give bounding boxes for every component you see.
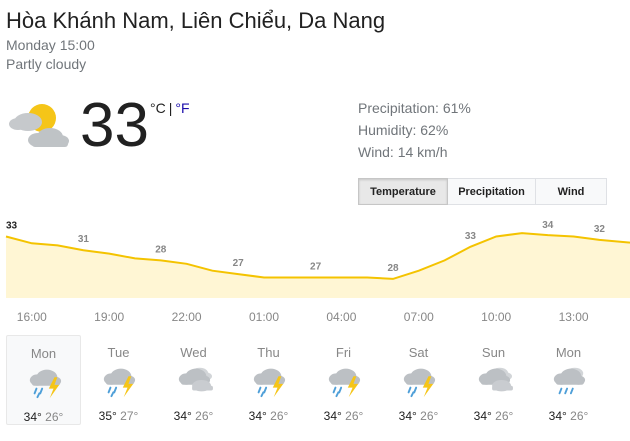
forecast-high: 34° <box>473 409 492 423</box>
forecast-low: 26° <box>420 409 439 423</box>
wind-value: 14 km/h <box>397 144 448 160</box>
humidity-label: Humidity: <box>358 122 417 138</box>
precipitation-label: Precipitation: <box>358 100 439 116</box>
temperature-chart: 33 31 28 27 27 28 33 34 32 16:00 19:00 22:00 01:00 04… <box>5 220 630 324</box>
x-tick-label: 10:00 <box>481 310 511 324</box>
forecast-day[interactable]: Sat 34° 26° <box>381 335 456 425</box>
forecast-day[interactable]: Mon 34° 26° <box>6 335 81 425</box>
forecast-temps: 34° 26° <box>531 409 606 423</box>
x-tick-label: 13:00 <box>559 310 589 324</box>
humidity-value: 62% <box>420 122 449 138</box>
forecast-high: 34° <box>548 409 567 423</box>
unit-separator: | <box>168 100 173 116</box>
x-tick-label: 07:00 <box>404 310 434 324</box>
forecast-day-name: Mon <box>555 345 582 360</box>
cloudy-icon <box>478 367 513 392</box>
x-tick-label: 04:00 <box>326 310 356 324</box>
forecast-low: 26° <box>45 410 64 424</box>
forecast-low: 26° <box>195 409 214 423</box>
forecast-high: 35° <box>98 409 117 423</box>
forecast-temps: 34° 26° <box>456 409 531 423</box>
forecast-day[interactable]: Mon 34° 26° <box>531 335 606 425</box>
forecast-day-name: Wed <box>180 345 207 360</box>
precipitation-line: Precipitation: 61% <box>358 97 471 119</box>
forecast-day[interactable]: Sun 34° 26° <box>456 335 531 425</box>
tab-precipitation[interactable]: Precipitation <box>448 178 536 205</box>
forecast-day-name: Mon <box>30 346 57 361</box>
forecast-day[interactable]: Thu 34° 26° <box>231 335 306 425</box>
forecast-temps: 34° 26° <box>231 409 306 423</box>
forecast-low: 26° <box>570 409 589 423</box>
rain-showers-icon <box>553 367 586 395</box>
location-title: Hòa Khánh Nam, Liên Chiểu, Da Nang <box>6 8 386 33</box>
data-label: 31 <box>78 234 90 245</box>
forecast-day-name: Sun <box>481 345 506 360</box>
data-label: 33 <box>6 221 18 232</box>
thunderstorm-icon <box>29 369 62 399</box>
x-tick-label: 22:00 <box>172 310 202 324</box>
forecast-day-name: Sat <box>408 345 429 360</box>
forecast-high: 34° <box>248 409 267 423</box>
forecast-day-name: Tue <box>107 345 130 360</box>
data-label: 28 <box>387 263 399 274</box>
forecast-low: 26° <box>345 409 364 423</box>
condition-text: Partly cloudy <box>6 56 87 72</box>
forecast-day[interactable]: Fri 34° 26° <box>306 335 381 425</box>
humidity-line: Humidity: 62% <box>358 119 471 141</box>
thunderstorm-icon <box>328 368 361 398</box>
forecast-high: 34° <box>398 409 417 423</box>
precipitation-value: 61% <box>442 100 471 116</box>
forecast-day[interactable]: Tue 35° 27° <box>81 335 156 425</box>
data-label: 27 <box>233 258 245 269</box>
cloudy-icon <box>178 367 213 392</box>
x-tick-label: 16:00 <box>17 310 47 324</box>
forecast-temps: 35° 27° <box>81 409 156 423</box>
current-temperature: 33 <box>80 91 149 160</box>
data-label: 33 <box>465 231 477 242</box>
forecast-high: 34° <box>23 410 42 424</box>
tab-temperature[interactable]: Temperature <box>358 178 448 205</box>
wind-line: Wind: 14 km/h <box>358 141 471 163</box>
unit-fahrenheit[interactable]: °F <box>175 100 189 116</box>
unit-switch: °C | °F <box>150 100 190 116</box>
forecast-day-name: Fri <box>335 345 352 360</box>
chart-tabs: Temperature Precipitation Wind <box>358 178 607 205</box>
forecast-day[interactable]: Wed 34° 26° <box>156 335 231 425</box>
data-label: 32 <box>594 224 606 235</box>
forecast-high: 34° <box>173 409 192 423</box>
x-tick-label: 19:00 <box>94 310 124 324</box>
thunderstorm-icon <box>103 368 136 398</box>
data-label: 28 <box>155 244 167 255</box>
forecast-high: 34° <box>323 409 342 423</box>
forecast-low: 26° <box>495 409 514 423</box>
forecast-temps: 34° 26° <box>7 410 80 424</box>
forecast-temps: 34° 26° <box>306 409 381 423</box>
forecast-low: 27° <box>120 409 139 423</box>
thunderstorm-icon <box>403 368 436 398</box>
forecast-temps: 34° 26° <box>156 409 231 423</box>
daily-forecast: Mon 34° 26° Tue 35° 27° Wed 34° 26° Thu 34° 26°… <box>6 335 606 425</box>
thunderstorm-icon <box>253 368 286 398</box>
unit-celsius[interactable]: °C <box>150 100 166 116</box>
forecast-day-name: Thu <box>257 345 280 360</box>
datetime: Monday 15:00 <box>6 37 95 53</box>
x-tick-label: 01:00 <box>249 310 279 324</box>
tab-wind[interactable]: Wind <box>536 178 607 205</box>
partly-cloudy-icon <box>9 104 69 147</box>
forecast-low: 26° <box>270 409 289 423</box>
data-label: 34 <box>542 220 554 231</box>
forecast-temps: 34° 26° <box>381 409 456 423</box>
data-label: 27 <box>310 262 322 273</box>
wind-label: Wind: <box>358 144 394 160</box>
weather-details: Precipitation: 61% Humidity: 62% Wind: 1… <box>358 97 471 163</box>
